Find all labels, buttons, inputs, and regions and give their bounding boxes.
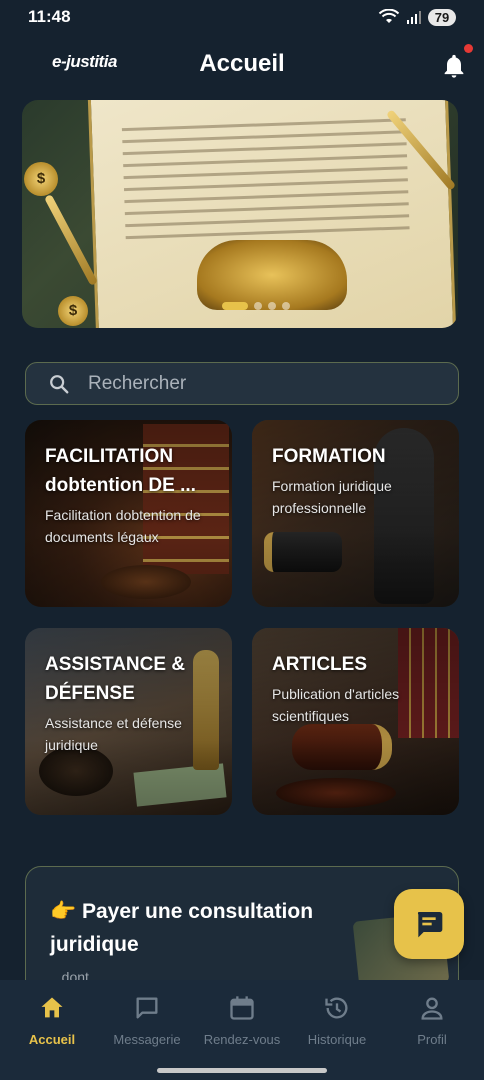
- bell-icon[interactable]: [440, 52, 468, 80]
- status-bar: 11:48 79: [0, 0, 484, 34]
- hero-pen-image: [43, 193, 99, 287]
- nav-item-historique[interactable]: Historique: [289, 994, 385, 1047]
- service-card-facilitation[interactable]: FACILITATION dobtention DE ... Facilitat…: [25, 420, 232, 607]
- search-icon: [50, 374, 69, 393]
- coin-icon: $: [24, 162, 58, 196]
- handshake-image: [197, 240, 347, 310]
- bottom-navigation: Accueil Messagerie Rendez-vous Historiqu…: [0, 980, 484, 1080]
- nav-label: Rendez-vous: [203, 1032, 281, 1047]
- card-title: ASSISTANCE & DÉFENSE: [45, 654, 186, 704]
- status-icons: 79: [378, 8, 456, 26]
- card-subtitle: Publication d'articles scientifiques: [272, 686, 400, 724]
- calendar-icon: [230, 996, 254, 1020]
- nav-label: Historique: [307, 1032, 367, 1047]
- home-indicator[interactable]: [157, 1068, 327, 1073]
- service-card-assistance[interactable]: ASSISTANCE & DÉFENSE Assistance et défen…: [25, 628, 232, 815]
- chat-fab-button[interactable]: [394, 889, 464, 959]
- history-icon: [325, 997, 348, 1019]
- battery-badge: 79: [428, 8, 456, 26]
- status-time: 11:48: [28, 7, 71, 26]
- message-icon: [417, 912, 443, 938]
- search-bar[interactable]: [25, 362, 459, 405]
- card-title: ARTICLES: [272, 654, 367, 675]
- carousel-indicator: [222, 302, 290, 310]
- card-title: FACILITATION dobtention DE ...: [45, 446, 196, 496]
- service-card-articles[interactable]: ARTICLES Publication d'articles scientif…: [252, 628, 459, 815]
- page-title: Accueil: [199, 50, 285, 77]
- app-header: e-justitia Accueil: [0, 40, 484, 92]
- coin-icon: $: [58, 296, 88, 326]
- consultation-title: 👉 Payer une consultation juridique: [50, 895, 350, 961]
- consultation-title-text: Payer une consultation juridique: [50, 900, 314, 956]
- nav-label: Messagerie: [113, 1032, 181, 1047]
- nav-item-profil[interactable]: Profil: [384, 994, 480, 1047]
- card-title: FORMATION: [272, 446, 386, 467]
- chat-icon: [136, 997, 158, 1019]
- wifi-icon: [378, 9, 400, 23]
- notification-dot: [464, 44, 473, 53]
- carousel-dot[interactable]: [222, 302, 248, 310]
- nav-item-accueil[interactable]: Accueil: [4, 994, 100, 1047]
- carousel-dot[interactable]: [282, 302, 290, 310]
- signal-icon: [407, 11, 421, 24]
- card-subtitle: Formation juridique professionnelle: [272, 478, 392, 516]
- search-input[interactable]: [88, 372, 408, 395]
- nav-label: Profil: [417, 1032, 447, 1047]
- carousel-dot[interactable]: [268, 302, 276, 310]
- nav-label: Accueil: [28, 1032, 76, 1047]
- nav-item-rendez-vous[interactable]: Rendez-vous: [194, 994, 290, 1047]
- nav-item-messagerie[interactable]: Messagerie: [99, 994, 195, 1047]
- card-subtitle: Assistance et défense juridique: [45, 715, 182, 753]
- home-icon: [41, 997, 63, 1018]
- carousel-dot[interactable]: [254, 302, 262, 310]
- pointing-hand-icon: 👉: [50, 900, 77, 923]
- service-card-formation[interactable]: FORMATION Formation juridique profession…: [252, 420, 459, 607]
- card-subtitle: Facilitation dobtention de documents lég…: [45, 507, 201, 545]
- person-icon: [421, 997, 443, 1020]
- hero-banner[interactable]: $ $: [22, 100, 458, 328]
